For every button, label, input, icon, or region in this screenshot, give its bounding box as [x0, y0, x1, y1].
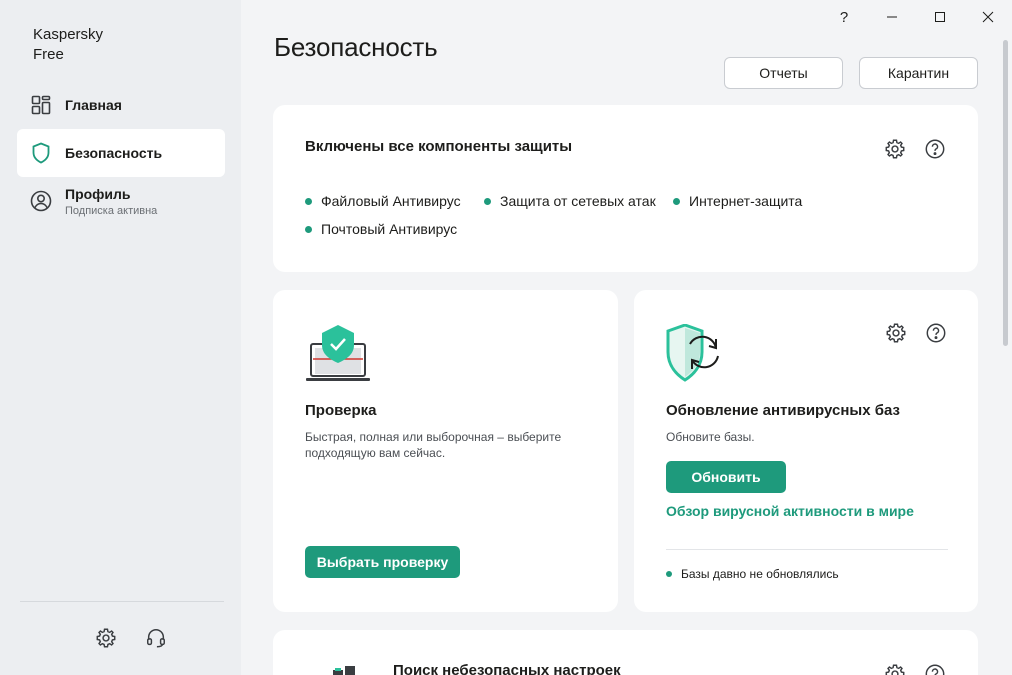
unsafe-settings-card: Поиск небезопасных настроек — [273, 630, 978, 675]
choose-scan-button[interactable]: Выбрать проверку — [305, 546, 460, 578]
component-label: Почтовый Антивирус — [321, 221, 458, 237]
component-label: Интернет-защита — [689, 193, 803, 209]
close-icon[interactable] — [964, 0, 1012, 34]
reports-button[interactable]: Отчеты — [724, 57, 843, 89]
update-title: Обновление антивирусных баз — [666, 402, 900, 419]
brand-line2: Free — [33, 46, 64, 63]
status-dot — [305, 225, 312, 233]
help-icon[interactable]: ? — [820, 0, 868, 34]
minimize-icon[interactable] — [868, 0, 916, 34]
update-status: Базы давно не обновлялись — [666, 567, 839, 581]
sidebar-item-profile[interactable]: Профиль Подписка активна — [17, 177, 225, 225]
component-item: Интернет-защита — [673, 193, 802, 209]
laptop-shield-icon — [305, 324, 371, 382]
component-item: Почтовый Антивирус — [305, 221, 457, 237]
scan-description-line: Быстрая, полная или выборочная – выберит… — [305, 430, 562, 444]
settings-search-icon — [303, 662, 363, 675]
brand-line1: Kaspersky — [33, 26, 104, 43]
sidebar-item-label: Профиль — [65, 185, 131, 202]
protection-title: Включены все компоненты защиты — [305, 138, 573, 155]
sidebar: Kaspersky Free Главная Безопасность Проф… — [0, 0, 241, 675]
status-dot — [305, 197, 312, 205]
help-circle-icon[interactable] — [923, 137, 947, 161]
sidebar-item-label: Главная — [65, 97, 122, 113]
component-item: Файловый Антивирус — [305, 193, 461, 209]
scrollbar[interactable] — [1003, 40, 1008, 346]
update-shield-icon — [664, 323, 724, 384]
help-circle-icon[interactable] — [924, 321, 948, 345]
status-dot — [666, 571, 672, 577]
scan-description: Быстрая, полная или выборочная – выберит… — [305, 429, 595, 461]
component-label: Защита от сетевых атак — [500, 193, 656, 209]
brand-logo: Kaspersky Free — [33, 25, 103, 65]
maximize-icon[interactable] — [916, 0, 964, 34]
page-title: Безопасность — [274, 32, 438, 62]
sidebar-item-security[interactable]: Безопасность — [17, 129, 225, 177]
sidebar-item-text: Профиль Подписка активна — [65, 186, 157, 217]
update-card: Обновление антивирусных баз Обновите баз… — [634, 290, 978, 612]
status-dot — [673, 197, 680, 205]
update-description: Обновите базы. — [666, 430, 755, 444]
scan-description-line: подходящую вам сейчас. — [305, 446, 446, 460]
scan-card: Проверка Быстрая, полная или выборочная … — [273, 290, 618, 612]
sidebar-item-sublabel: Подписка активна — [65, 204, 158, 217]
component-item: Защита от сетевых атак — [484, 193, 656, 209]
gear-icon[interactable] — [883, 137, 907, 161]
update-button[interactable]: Обновить — [666, 461, 786, 493]
sidebar-item-label: Безопасность — [65, 145, 163, 161]
shield-icon — [29, 141, 53, 165]
gear-icon[interactable] — [884, 321, 908, 345]
gear-icon[interactable] — [883, 662, 907, 675]
help-circle-icon[interactable] — [923, 662, 947, 675]
user-icon — [29, 189, 53, 213]
main-content: ? Безопасность Отчеты Карантин Включены … — [241, 0, 1012, 675]
gear-icon[interactable] — [94, 626, 118, 650]
card-divider — [666, 549, 948, 550]
quarantine-button[interactable]: Карантин — [859, 57, 978, 89]
window-controls: ? — [820, 0, 1012, 34]
scan-title: Проверка — [305, 402, 377, 419]
grid-icon — [29, 93, 53, 117]
sidebar-divider — [20, 601, 224, 602]
component-label: Файловый Антивирус — [321, 193, 461, 209]
protection-card: Включены все компоненты защиты Файловый … — [273, 105, 978, 272]
sidebar-item-home[interactable]: Главная — [17, 81, 225, 129]
headset-icon[interactable] — [144, 626, 168, 650]
unsafe-settings-title: Поиск небезопасных настроек — [393, 662, 621, 675]
status-dot — [484, 197, 491, 205]
update-status-text: Базы давно не обновлялись — [681, 567, 839, 581]
virus-activity-link[interactable]: Обзор вирусной активности в мире — [666, 503, 914, 519]
app-window: Kaspersky Free Главная Безопасность Проф… — [0, 0, 1012, 675]
